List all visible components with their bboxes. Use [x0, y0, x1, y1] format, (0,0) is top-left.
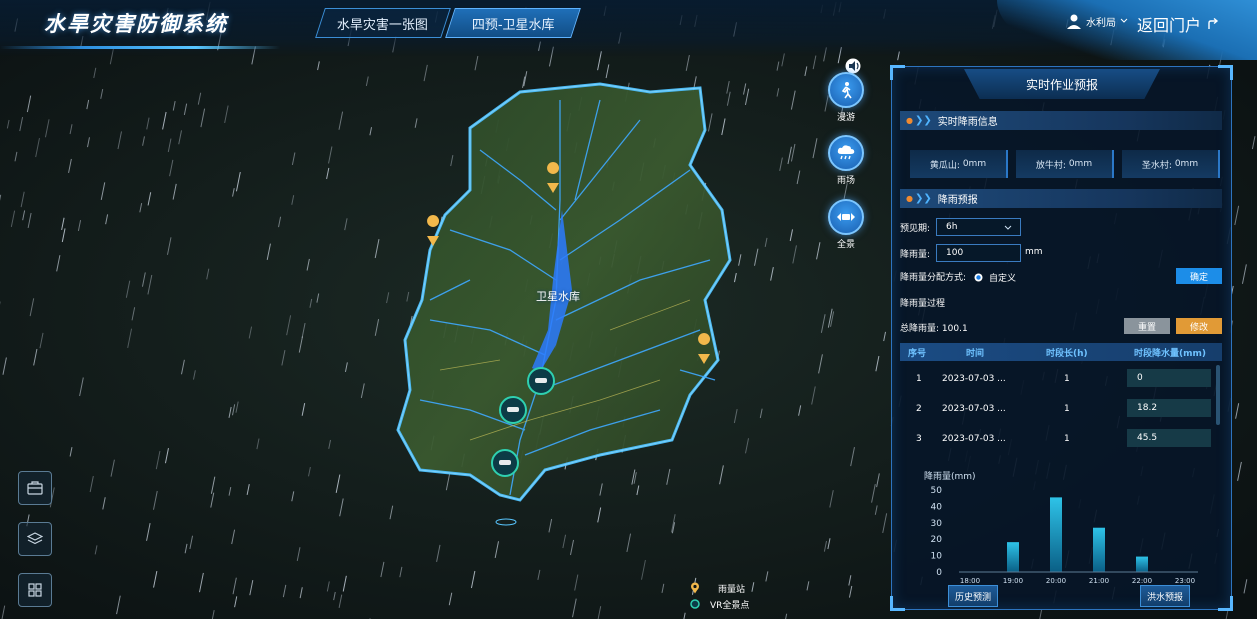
x-tick-label: 19:00: [1003, 577, 1023, 585]
panorama-label: 全景: [836, 240, 855, 250]
table-row: 2 2023-07-03 ... 1 18.2: [900, 395, 1211, 423]
modify-button[interactable]: 修改: [1176, 318, 1222, 334]
table-row: 1 2023-07-03 ... 1 0: [900, 365, 1211, 393]
section-dot-icon: ●: [906, 194, 913, 203]
y-tick-label: 0: [936, 568, 942, 578]
panel-title: 实时作业预报: [964, 69, 1160, 99]
toolbox-icon: [27, 481, 43, 495]
rain-bar[interactable]: [1093, 527, 1105, 572]
x-tick-label: 20:00: [1046, 577, 1066, 585]
rain-cloud-icon: [828, 135, 864, 171]
rain-process-label: 降雨量过程: [900, 299, 946, 309]
distribution-label: 降雨量分配方式:: [900, 273, 967, 283]
rain-unit: mm: [1025, 247, 1043, 257]
rain-bar[interactable]: [1050, 497, 1062, 572]
radio-selected-icon: [974, 273, 983, 282]
app-title: 水旱灾害防御系统: [44, 12, 228, 36]
panel-corner: [890, 596, 905, 611]
panorama-icon: [828, 199, 864, 235]
rain-value-input[interactable]: 18.2: [1127, 399, 1211, 417]
user-name: 水利局: [1086, 17, 1116, 29]
tab-four-forecast[interactable]: 四预-卫星水库: [445, 8, 581, 38]
chevron-down-icon: [1120, 18, 1128, 23]
history-forecast-button[interactable]: 历史预测: [948, 585, 998, 607]
confirm-button[interactable]: 确定: [1176, 268, 1222, 284]
rain-bar[interactable]: [1007, 542, 1019, 572]
rainfield-tool[interactable]: 雨场: [826, 135, 866, 186]
forecast-panel: 实时作业预报 ● ❯❯ 实时降雨信息 黄瓜山: 0mm 放牛村: 0mm 圣水村…: [890, 65, 1233, 611]
y-tick-label: 40: [931, 502, 943, 512]
roam-label: 漫游: [836, 113, 855, 123]
rain-forecast-section: ● ❯❯ 降雨预报: [900, 189, 1222, 208]
x-tick-label: 18:00: [960, 577, 980, 585]
table-row: 3 2023-07-03 ... 1 45.5: [900, 425, 1211, 453]
reservoir-label: 卫星水库: [536, 290, 580, 303]
rain-table-header: 序号 时间 时段长(h) 时段降水量(mm): [900, 343, 1222, 361]
panel-corner: [1218, 596, 1233, 611]
table-scrollbar[interactable]: [1216, 365, 1220, 425]
title-underline: [0, 46, 280, 49]
y-tick-label: 50: [931, 486, 943, 496]
panel-corner: [890, 65, 905, 80]
map-legend: 雨量站 VR全景点: [690, 580, 749, 612]
person-walk-icon: [828, 72, 864, 108]
period-label: 预见期:: [900, 224, 931, 234]
rain-value-input[interactable]: 45.5: [1127, 429, 1211, 447]
rain-amount-label: 降雨量:: [900, 250, 931, 260]
return-portal-button[interactable]: 返回门户: [1137, 12, 1219, 36]
chart-ylabel: 降雨量(mm): [924, 470, 976, 482]
x-tick-label: 22:00: [1132, 577, 1152, 585]
distribution-custom-radio[interactable]: 自定义: [974, 271, 1016, 284]
reset-button[interactable]: 重置: [1124, 318, 1170, 334]
toolbox-button[interactable]: [18, 471, 52, 505]
rain-amount-input[interactable]: 100: [936, 244, 1021, 262]
vr-point-icon: [690, 599, 700, 609]
period-select[interactable]: 6h: [936, 218, 1021, 236]
y-tick-label: 30: [931, 519, 943, 529]
flood-forecast-button[interactable]: 洪水预报: [1140, 585, 1190, 607]
rain-value-input[interactable]: 0: [1127, 369, 1211, 387]
double-chevron-icon: ❯❯: [914, 193, 932, 204]
user-menu[interactable]: 水利局: [1066, 13, 1128, 29]
realtime-rain-section: ● ❯❯ 实时降雨信息: [900, 111, 1222, 130]
rainfield-label: 雨场: [836, 176, 855, 186]
top-header: 水旱灾害防御系统 水旱灾害一张图 四预-卫星水库 水利局 返回门户: [0, 0, 1257, 60]
rain-bar-chart: 降雨量(mm) 0 10 20 30 40 50 18:00 19:00 20:00 21:00…: [924, 470, 1198, 585]
double-chevron-icon: ❯❯: [914, 115, 932, 126]
rain-station-pin-icon: [691, 582, 699, 594]
panel-corner: [1218, 65, 1233, 80]
x-tick-label: 21:00: [1089, 577, 1109, 585]
station-shengshuicun: 圣水村: 0mm: [1122, 150, 1220, 178]
roam-tool[interactable]: 漫游: [826, 72, 866, 123]
y-tick-label: 20: [931, 535, 943, 545]
x-tick-label: 23:00: [1175, 577, 1195, 585]
y-tick-label: 10: [931, 552, 943, 562]
legend-item-rain-station: 雨量站: [690, 580, 749, 596]
apps-button[interactable]: [18, 573, 52, 607]
station-huangguashan: 黄瓜山: 0mm: [910, 150, 1008, 178]
layers-button[interactable]: [18, 522, 52, 556]
return-arrow-icon: [1208, 18, 1219, 29]
total-rain-label: 总降雨量: 100.1: [900, 324, 968, 334]
total-rain-value: 100.1: [941, 324, 968, 334]
user-icon: [1067, 14, 1081, 29]
panorama-tool[interactable]: 全景: [826, 199, 866, 250]
grid-apps-icon: [28, 583, 42, 597]
station-fangniucun: 放牛村: 0mm: [1016, 150, 1114, 178]
layers-icon: [27, 532, 43, 545]
tab-disaster-map[interactable]: 水旱灾害一张图: [315, 8, 451, 38]
legend-item-vr-point: VR全景点: [690, 596, 749, 612]
chevron-down-icon: [1004, 225, 1012, 230]
section-dot-icon: ●: [906, 116, 913, 125]
rain-bar[interactable]: [1136, 556, 1148, 572]
